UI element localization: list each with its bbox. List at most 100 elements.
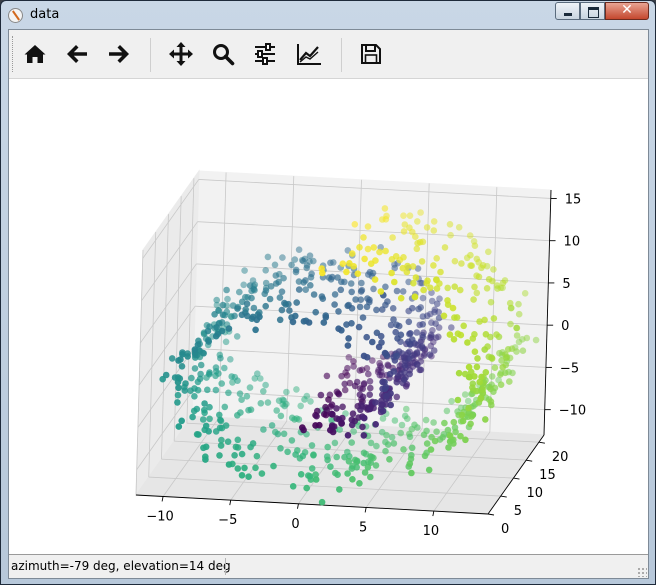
data-point [358,403,366,410]
forward-button[interactable] [103,38,135,70]
data-point [464,339,471,346]
pan-button[interactable] [165,38,197,70]
resize-grip[interactable] [637,567,647,577]
data-point [306,252,314,259]
data-point [375,343,383,351]
edit-axes-button[interactable] [293,38,325,70]
data-point [206,370,213,378]
data-point [420,352,428,359]
data-point [231,452,238,459]
data-point [319,295,327,302]
data-point [365,370,372,378]
data-point [387,401,395,409]
data-point [385,362,392,370]
data-point [485,276,493,283]
data-point [318,498,326,506]
save-button[interactable] [355,38,387,70]
data-point [532,336,540,344]
data-point [247,406,255,414]
data-point [399,288,407,295]
close-button[interactable]: ✕ [605,2,649,20]
data-point [351,382,359,390]
data-point [282,301,290,308]
data-point [191,365,199,372]
data-point [280,430,288,438]
data-point [392,253,400,260]
home-button[interactable] [19,38,51,70]
data-point [341,380,349,388]
data-point [337,286,345,294]
zoom-button[interactable] [207,38,239,70]
data-point [425,466,433,474]
data-point [175,357,182,364]
data-point [328,411,336,418]
data-point [231,312,238,320]
data-point [352,296,359,303]
data-point [348,439,356,446]
arrow-left-icon [67,45,87,63]
data-point [433,300,441,308]
data-point [423,440,431,447]
data-point [223,286,230,294]
data-point [376,362,384,370]
data-point [397,294,405,302]
data-point [350,428,358,435]
data-point [348,421,356,429]
data-point [364,223,372,230]
data-point [467,420,474,428]
data-point [473,387,481,395]
data-point [201,400,208,407]
data-point [451,283,459,290]
data-point [313,412,320,420]
data-point [348,288,356,296]
data-point [419,313,427,320]
data-point [234,305,241,312]
data-point [348,250,356,257]
x-tick [432,510,435,517]
plot-area[interactable]: −10 −5 0 5 10 0 5 10 15 20 −10 −5 0 5 10 15 [9,79,648,555]
data-point [355,323,363,331]
minimize-button[interactable] [555,2,580,20]
data-point [379,378,386,386]
data-point [405,318,413,326]
data-point [234,377,241,385]
data-point [174,378,182,386]
data-point [432,320,439,327]
data-point [367,384,374,392]
data-point [323,372,331,380]
data-point [473,255,481,263]
title-bar[interactable]: data ✕ [1,1,655,29]
data-point [468,413,475,420]
data-point [175,384,182,392]
data-point [359,393,367,401]
maximize-button[interactable] [580,2,605,20]
data-point [418,258,426,265]
data-point [264,253,272,261]
data-point [457,331,465,339]
data-point [252,326,259,334]
data-point [430,227,438,234]
data-point [382,283,389,291]
configure-subplots-button[interactable] [249,38,281,70]
data-point [390,368,398,375]
z-tick-label: −5 [560,361,579,376]
toolbar-grip[interactable] [12,36,15,72]
data-point [195,431,202,438]
data-point [513,332,521,339]
x-tick [229,500,232,506]
data-point [391,278,398,286]
data-point [403,268,411,276]
back-button[interactable] [61,38,93,70]
data-point [277,445,284,452]
data-point [345,458,353,465]
data-point [478,264,485,272]
data-point [427,284,434,292]
data-point [353,458,361,466]
data-point [323,407,331,414]
data-point [460,322,468,330]
data-point [219,311,227,319]
data-point [187,387,194,395]
data-point [408,444,416,452]
data-point [381,205,389,212]
data-point [481,346,489,353]
